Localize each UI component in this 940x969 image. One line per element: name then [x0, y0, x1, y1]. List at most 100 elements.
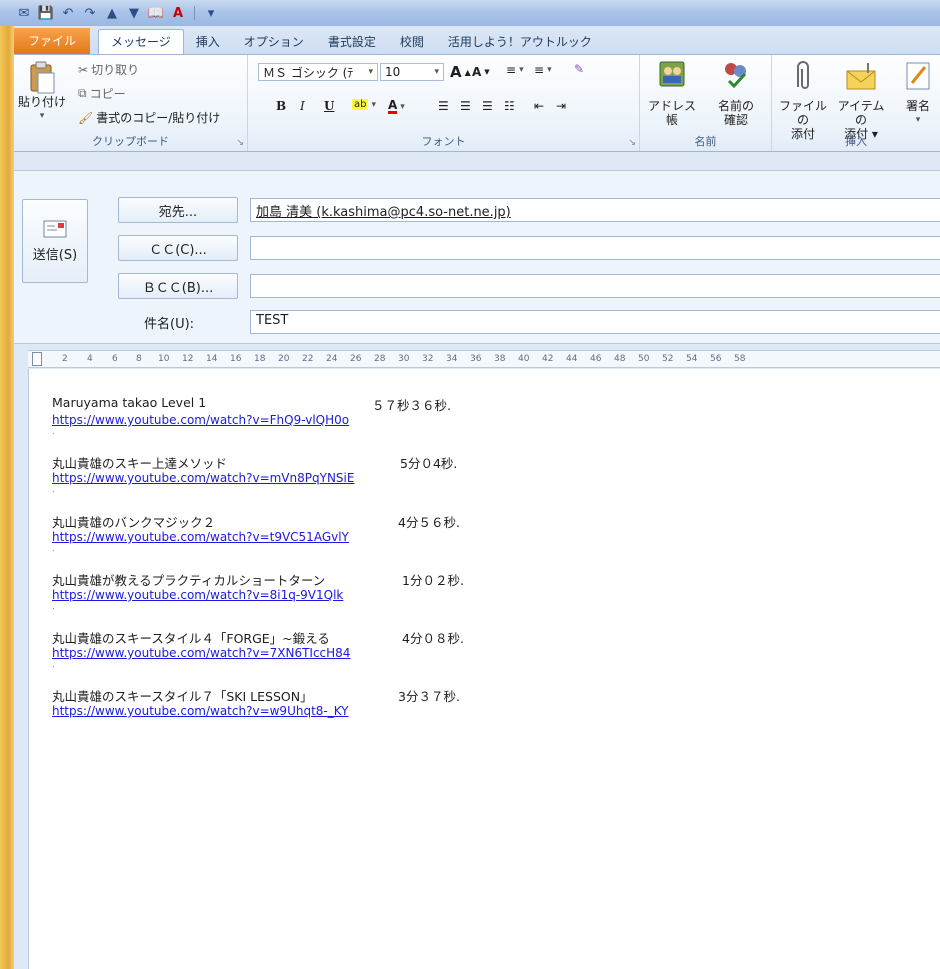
- text-color-icon[interactable]: A: [170, 5, 186, 21]
- signature-dropdown-icon[interactable]: ▾: [916, 113, 921, 127]
- ruler-tick: 24: [326, 354, 338, 364]
- font-color-button[interactable]: A ▾: [388, 99, 405, 114]
- check-names-button[interactable]: 名前の 確認: [706, 59, 766, 127]
- attach-file-button[interactable]: ファイルの 添付: [776, 59, 830, 141]
- justify-button[interactable]: ☷: [504, 99, 515, 113]
- clear-formatting-button[interactable]: ✎: [574, 62, 584, 76]
- chevron-down-icon: ▾: [371, 99, 377, 110]
- customize-icon[interactable]: ▾: [203, 5, 219, 21]
- tab-format[interactable]: 書式設定: [316, 30, 388, 54]
- tab-outlook-tips[interactable]: 活用しよう！アウトルック: [436, 30, 604, 54]
- cut-button[interactable]: ✂ 切り取り: [78, 61, 139, 78]
- grow-font-button[interactable]: A ▲: [450, 63, 471, 81]
- include-group-label: 挿入: [845, 135, 867, 148]
- ruler-tick: 20: [278, 354, 290, 364]
- decrease-indent-button[interactable]: ⇤: [534, 99, 544, 113]
- shrink-font-button[interactable]: A ▼: [472, 65, 490, 79]
- bold-button[interactable]: B: [276, 99, 286, 113]
- group-font: ＭＳ ゴシック (ﾃ ▾ 10 ▾ A ▲ A ▼ ≡ ▾ ≡ ▾ ✎ B I U ab…: [248, 55, 640, 151]
- check-names-label-1: 名前の: [717, 99, 754, 113]
- group-include: ファイルの 添付 アイテムの 添付 ▾ 署名 ▾ 挿入: [772, 55, 940, 151]
- video-duration: 3分３７秒.: [398, 689, 460, 704]
- tab-insert[interactable]: 挿入: [184, 30, 232, 54]
- ruler-tick: 40: [518, 354, 530, 364]
- signature-button[interactable]: 署名 ▾: [896, 59, 940, 127]
- font-name-combo[interactable]: ＭＳ ゴシック (ﾃ ▾: [258, 63, 378, 81]
- increase-indent-button[interactable]: ⇥: [556, 99, 566, 113]
- video-title: 丸山貴雄のスキー上達メソッド: [52, 456, 228, 471]
- video-link[interactable]: https://www.youtube.com/watch?v=8i1q-9V1…: [52, 588, 343, 602]
- subject-field[interactable]: TEST: [250, 310, 940, 334]
- align-left-button[interactable]: ☰: [438, 99, 449, 113]
- recipient-chip[interactable]: 加島 清美 (k.kashima@pc4.so-net.ne.jp): [256, 205, 511, 220]
- indent-marker[interactable]: [32, 352, 42, 366]
- video-link[interactable]: https://www.youtube.com/watch?v=w9Uhqt8-…: [52, 704, 349, 718]
- video-link[interactable]: https://www.youtube.com/watch?v=mVn8PqYN…: [52, 471, 354, 485]
- address-book-button[interactable]: アドレス帳: [644, 59, 700, 127]
- undo-icon[interactable]: ↶: [60, 5, 76, 21]
- list-item: 丸山貴雄のスキースタイル４「FORGE」~鍛える 4分０８秒. https://w…: [52, 628, 464, 670]
- bcc-button[interactable]: ＢＣＣ(B)...: [118, 273, 238, 299]
- list-item: 丸山貴雄のスキー上達メソッド 5分０4秒. https://www.youtube…: [52, 453, 457, 495]
- tab-message[interactable]: メッセージ: [98, 29, 184, 54]
- clipboard-group-label: クリップボード: [92, 135, 169, 148]
- bcc-field[interactable]: [250, 274, 940, 298]
- align-right-icon: ☰: [482, 99, 493, 113]
- font-launcher-icon[interactable]: ↘: [628, 138, 636, 148]
- tab-file[interactable]: ファイル: [14, 28, 91, 54]
- redo-icon[interactable]: ↷: [82, 5, 98, 21]
- video-link[interactable]: https://www.youtube.com/watch?v=FhQ9-vlQ…: [52, 413, 349, 427]
- tab-options[interactable]: オプション: [232, 30, 316, 54]
- numbering-button[interactable]: ≡ ▾: [534, 63, 552, 77]
- copy-label: コピー: [89, 87, 126, 101]
- underline-button[interactable]: U: [324, 99, 334, 113]
- check-names-label-2: 確認: [723, 113, 748, 127]
- paperclip-icon: [797, 61, 809, 89]
- video-title: Maruyama takao Level 1: [52, 395, 207, 410]
- title-bar: ✉ 💾 ↶ ↷ ▲ ▼ 📖 A ▾: [0, 0, 940, 26]
- highlighter-icon: ab: [352, 99, 369, 110]
- address-book-label: アドレス帳: [647, 99, 696, 127]
- paste-dropdown-icon[interactable]: ▾: [40, 109, 45, 123]
- align-right-button[interactable]: ☰: [482, 99, 493, 113]
- save-icon[interactable]: 💾: [38, 5, 54, 21]
- send-button[interactable]: 送信(S): [22, 199, 88, 283]
- clipboard-launcher-icon[interactable]: ↘: [236, 138, 244, 148]
- to-field[interactable]: 加島 清美 (k.kashima@pc4.so-net.ne.jp): [250, 198, 940, 222]
- video-duration: 4分５６秒.: [398, 515, 460, 530]
- cut-label: 切り取り: [91, 63, 140, 77]
- message-body[interactable]: Maruyama takao Level 1 ５７秒３６秒. https://ww…: [28, 369, 940, 969]
- up-icon[interactable]: ▲: [104, 5, 120, 21]
- address-book-icon[interactable]: 📖: [148, 5, 164, 21]
- paste-button[interactable]: 貼り付け ▾: [18, 61, 66, 123]
- format-painter-icon: 🖌: [78, 110, 94, 125]
- cc-button[interactable]: ＣＣ(C)...: [118, 235, 238, 261]
- video-link[interactable]: https://www.youtube.com/watch?v=7XN6TIcc…: [52, 646, 350, 660]
- video-title: 丸山貴雄のスキースタイル７「SKI LESSON」: [52, 689, 313, 704]
- group-clipboard: 貼り付け ▾ ✂ 切り取り ⧉ コピー 🖌 書式のコピー/貼り付け クリップボー…: [14, 55, 248, 151]
- down-icon[interactable]: ▼: [126, 5, 142, 21]
- to-button[interactable]: 宛先...: [118, 197, 238, 223]
- font-size-combo[interactable]: 10 ▾: [380, 63, 444, 81]
- ruler-tick: 28: [374, 354, 386, 364]
- ruler-tick: 22: [302, 354, 314, 364]
- align-center-button[interactable]: ☰: [460, 99, 471, 113]
- italic-button[interactable]: I: [300, 99, 305, 113]
- chevron-down-icon: ▾: [434, 67, 439, 77]
- ruler-tick: 54: [686, 354, 698, 364]
- highlight-button[interactable]: ab ▾: [352, 99, 376, 110]
- bullets-button[interactable]: ≡ ▾: [506, 63, 524, 77]
- outlook-icon[interactable]: ✉: [16, 5, 32, 21]
- format-painter-button[interactable]: 🖌 書式のコピー/貼り付け: [78, 109, 220, 126]
- scissors-icon: ✂: [78, 62, 89, 77]
- tab-review[interactable]: 校閲: [388, 30, 436, 54]
- ruler[interactable]: 2 4 6 8 10 12 14 16 18 20 22 24 26 28 30…: [28, 350, 940, 368]
- copy-button[interactable]: ⧉ コピー: [78, 85, 126, 102]
- ruler-tick: 10: [158, 354, 170, 364]
- attach-item-button[interactable]: アイテムの 添付 ▾: [832, 59, 890, 141]
- names-group-label: 名前: [694, 135, 717, 148]
- cc-field[interactable]: [250, 236, 940, 260]
- video-link[interactable]: https://www.youtube.com/watch?v=t9VC51AG…: [52, 530, 349, 544]
- ruler-tick: 2: [62, 354, 68, 364]
- send-icon: [43, 220, 67, 237]
